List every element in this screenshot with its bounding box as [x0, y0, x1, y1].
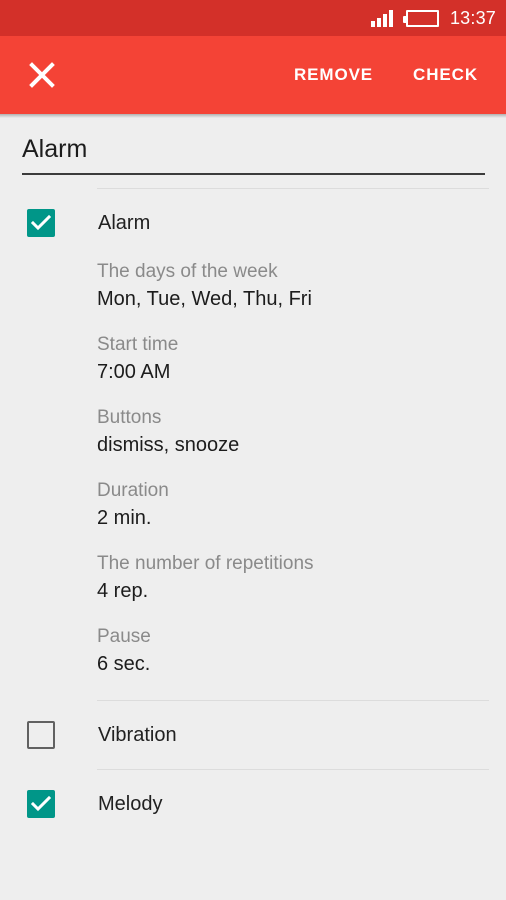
detail-label: Buttons	[97, 407, 162, 428]
detail-value: 6 sec.	[97, 653, 151, 675]
vibration-checkbox[interactable]	[27, 721, 55, 749]
alarm-checkbox-label: Alarm	[98, 212, 151, 234]
detail-label: The days of the week	[97, 261, 278, 282]
alarm-details: The days of the week Mon, Tue, Wed, Thu,…	[0, 257, 506, 700]
check-button[interactable]: CHECK	[403, 57, 488, 93]
row-alarm[interactable]: Alarm	[0, 189, 506, 257]
detail-start-time[interactable]: Start time 7:00 AM	[97, 332, 506, 386]
detail-value: 4 rep.	[97, 580, 149, 602]
app-bar: REMOVE CHECK	[0, 36, 506, 114]
detail-repetitions[interactable]: The number of repetitions 4 rep.	[97, 551, 506, 605]
close-button[interactable]	[20, 53, 64, 97]
detail-pause[interactable]: Pause 6 sec.	[97, 624, 506, 678]
detail-days-of-week[interactable]: The days of the week Mon, Tue, Wed, Thu,…	[97, 259, 506, 313]
row-vibration[interactable]: Vibration	[0, 701, 506, 769]
close-x-icon	[28, 61, 56, 89]
detail-value: 7:00 AM	[97, 361, 171, 383]
signal-bars-icon	[370, 9, 393, 27]
vibration-checkbox-label: Vibration	[98, 724, 177, 746]
settings-list: Alarm The days of the week Mon, Tue, Wed…	[0, 188, 506, 838]
detail-duration[interactable]: Duration 2 min.	[97, 478, 506, 532]
detail-label: Pause	[97, 626, 151, 647]
detail-label: Start time	[97, 334, 179, 355]
remove-button[interactable]: REMOVE	[284, 57, 383, 93]
status-bar-clock: 13:37	[449, 8, 496, 28]
status-bar-icons: 13:37	[370, 8, 496, 28]
detail-label: The number of repetitions	[97, 553, 314, 574]
melody-checkbox-label: Melody	[98, 793, 163, 815]
alarm-name-underline	[22, 173, 485, 175]
battery-icon	[402, 9, 439, 27]
status-bar: 13:37	[0, 0, 506, 36]
detail-label: Duration	[97, 480, 169, 501]
alarm-name-input[interactable]: Alarm	[22, 132, 485, 173]
detail-value: Mon, Tue, Wed, Thu, Fri	[97, 288, 312, 310]
alarm-name-field[interactable]: Alarm	[22, 118, 485, 175]
alarm-checkbox[interactable]	[27, 209, 55, 237]
detail-value: dismiss, snooze	[97, 434, 240, 456]
row-melody[interactable]: Melody	[0, 770, 506, 838]
melody-checkbox[interactable]	[27, 790, 55, 818]
detail-value: 2 min.	[97, 507, 152, 529]
title-area: Alarm	[0, 114, 506, 175]
detail-buttons[interactable]: Buttons dismiss, snooze	[97, 405, 506, 459]
